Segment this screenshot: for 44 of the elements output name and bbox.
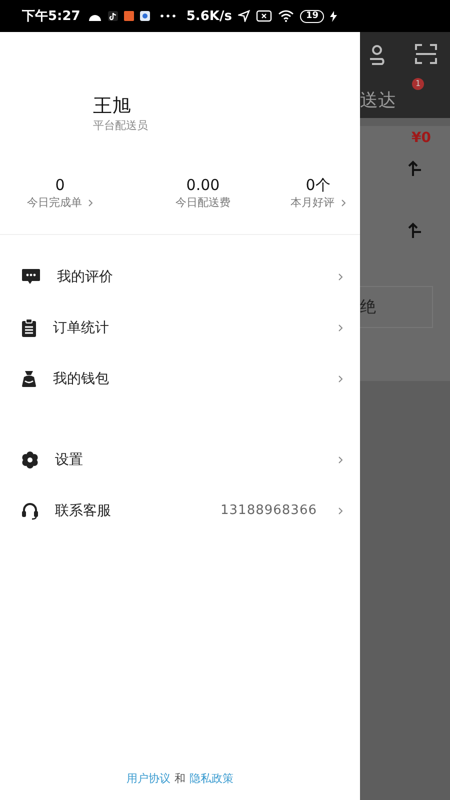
app-icon <box>140 11 150 21</box>
chevron-icon <box>338 374 343 382</box>
chevron-icon <box>338 506 343 514</box>
privacy-policy-link[interactable]: 隐私政策 <box>190 771 234 786</box>
footer-text: 和 <box>174 771 186 786</box>
chevron-icon <box>338 324 343 332</box>
chevron-icon <box>340 199 346 207</box>
menu-item[interactable]: 设置 <box>0 434 360 485</box>
stat-label[interactable]: 本月好评 <box>290 195 334 211</box>
app-icon <box>108 11 118 21</box>
stat-value: 0个 <box>306 175 330 195</box>
headset-icon <box>21 502 39 520</box>
stat-value: 0 <box>55 175 65 195</box>
user-agreement-link[interactable]: 用户协议 <box>126 771 170 786</box>
menu-item[interactable]: 订单统计 <box>0 302 360 353</box>
money-bag-icon <box>21 370 37 388</box>
chevron-icon <box>338 456 343 464</box>
status-time: 下午5:27 <box>22 8 80 25</box>
location-icon <box>238 10 250 22</box>
menu-item[interactable]: 我的钱包 <box>0 353 360 404</box>
chat-icon <box>21 268 41 286</box>
stat-value: 0.00 <box>186 175 220 195</box>
sim-icon <box>256 10 272 22</box>
menu-item[interactable]: 我的评价 <box>0 251 360 302</box>
more-icon <box>160 14 176 18</box>
amount-text: ¥0 <box>412 130 431 146</box>
user-role: 平台配送员 <box>93 118 149 134</box>
clipboard-icon <box>21 318 37 336</box>
wifi-icon <box>278 10 294 22</box>
scan-icon <box>415 44 437 64</box>
chevron-icon <box>338 272 343 280</box>
tab-label[interactable]: 送达 <box>360 90 396 111</box>
stat-label[interactable]: 今日完成单 <box>27 195 82 211</box>
app-icon <box>124 11 134 21</box>
count-badge: 1 <box>412 78 424 90</box>
settings-icon <box>21 450 39 468</box>
stat-label[interactable]: 今日配送费 <box>176 195 230 211</box>
chevron-icon <box>88 199 93 207</box>
charging-icon <box>330 10 338 22</box>
network-speed: 5.6K/s <box>186 8 232 24</box>
battery-level: 19 <box>300 10 324 22</box>
reject-button[interactable]: 绝 <box>360 286 433 328</box>
menu-item[interactable]: 联系客服 13188968366 <box>0 485 360 536</box>
user-name: 王旭 <box>93 94 132 118</box>
